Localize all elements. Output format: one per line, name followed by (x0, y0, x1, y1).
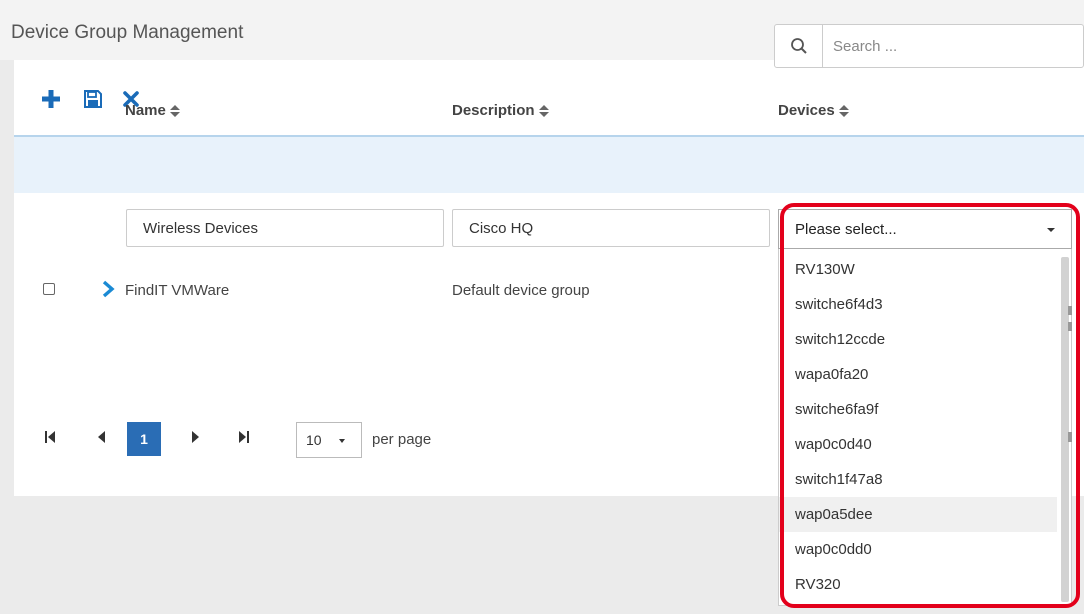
sort-icon[interactable] (838, 104, 849, 117)
dropdown-option[interactable]: switche6fa9f (779, 392, 1057, 427)
next-page-icon[interactable] (187, 428, 205, 446)
last-page-icon[interactable] (235, 428, 253, 446)
first-page-icon[interactable] (41, 428, 59, 446)
row-name[interactable]: FindIT VMWare (125, 282, 229, 299)
dropdown-option[interactable]: wapa0fa20 (779, 357, 1057, 392)
dropdown-option[interactable]: wap0a5dee (779, 497, 1057, 532)
truncated-content (1068, 304, 1078, 334)
dropdown-option[interactable]: RV130W (779, 252, 1057, 287)
plus-icon[interactable] (40, 88, 62, 110)
per-page-select[interactable]: 10 (296, 422, 362, 458)
sort-icon[interactable] (169, 104, 180, 117)
column-header-name[interactable]: Name (125, 102, 180, 119)
search-box[interactable] (774, 24, 1084, 68)
column-header-description[interactable]: Description (452, 102, 549, 119)
group-name-input[interactable] (126, 209, 444, 247)
dropdown-option[interactable]: switch12ccde (779, 322, 1057, 357)
dropdown-option[interactable]: switch1f47a8 (779, 462, 1057, 497)
prev-page-icon[interactable] (92, 428, 110, 446)
expand-chevron-icon[interactable] (101, 280, 115, 303)
page-title: Device Group Management (11, 22, 244, 43)
devices-select[interactable]: Please select... (778, 209, 1072, 249)
dropdown-option[interactable]: RV320 (779, 567, 1057, 602)
search-icon[interactable] (775, 25, 823, 67)
row-description: Default device group (452, 282, 590, 299)
truncated-content (1068, 432, 1078, 442)
dropdown-option[interactable]: wap0c0dd0 (779, 532, 1057, 567)
current-page[interactable]: 1 (127, 422, 161, 456)
per-page-label: per page (372, 431, 432, 448)
devices-select-value: Please select... (795, 221, 897, 238)
group-description-input[interactable] (452, 209, 770, 247)
devices-dropdown: RV130W switche6f4d3 switch12ccde wapa0fa20 s… (778, 249, 1072, 606)
search-input[interactable] (833, 33, 1073, 59)
per-page-value: 10 (306, 432, 322, 448)
dropdown-option[interactable]: wap0c0d40 (779, 427, 1057, 462)
dropdown-option[interactable]: switche6f4d3 (779, 287, 1057, 322)
row-checkbox[interactable] (43, 283, 55, 295)
column-label: Description (452, 102, 535, 119)
caret-down-icon (339, 439, 345, 443)
column-label: Name (125, 102, 166, 119)
caret-down-icon (1047, 228, 1055, 232)
sort-icon[interactable] (538, 104, 549, 117)
edit-row (14, 137, 1084, 193)
floppy-disk-icon[interactable] (82, 88, 104, 110)
column-header-devices[interactable]: Devices (778, 102, 849, 119)
column-label: Devices (778, 102, 835, 119)
